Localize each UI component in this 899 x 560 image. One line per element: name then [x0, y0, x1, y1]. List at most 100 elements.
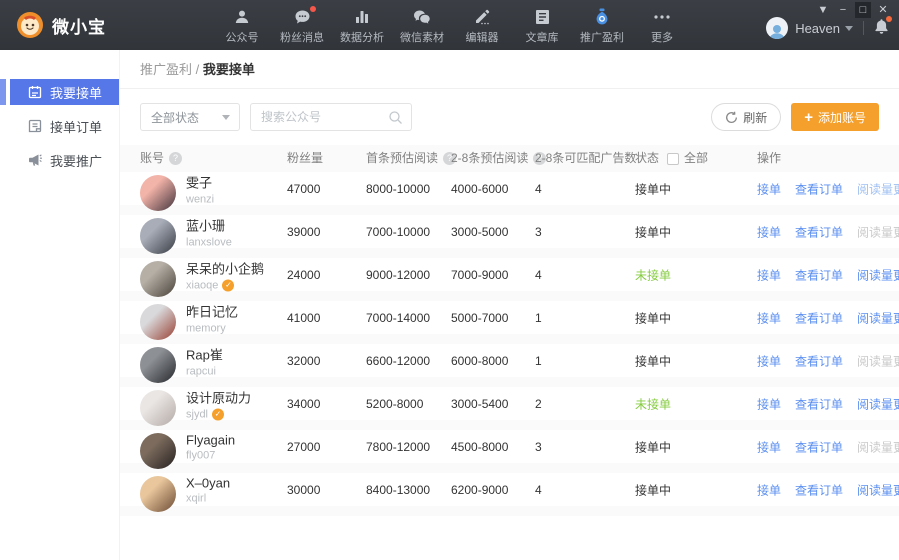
view-orders-link[interactable]: 查看订单: [795, 481, 843, 498]
sidebar-item-promote[interactable]: 我要推广: [0, 147, 119, 173]
refresh-button[interactable]: 刷新: [711, 103, 782, 131]
view-orders-link[interactable]: 查看订单: [795, 309, 843, 326]
topbar: 微小宝 公众号 粉丝消息 数据分析 微信素材 编辑器 文章库 推广盈利 更多 ▼…: [0, 0, 899, 50]
search-box: [250, 103, 412, 131]
row-actions: 接单 查看订单 阅读量更新: [757, 395, 899, 412]
nav-item-promo-profit[interactable]: 推广盈利: [572, 0, 632, 50]
breadcrumb-current: 我要接单: [202, 62, 255, 77]
multi-read-range: 4000-6000: [451, 181, 509, 196]
search-input[interactable]: [251, 104, 411, 130]
status-text: 接单中: [635, 311, 672, 325]
accept-order-link[interactable]: 接单: [757, 309, 781, 326]
nav-item-fan-messages[interactable]: 粉丝消息: [272, 0, 332, 50]
ellipsis-icon: [653, 8, 671, 25]
multi-read-range: 6200-9000: [451, 482, 509, 497]
row-actions: 接单 查看订单 阅读量更新: [757, 309, 899, 326]
sidebar-item-order-list[interactable]: 接单订单: [0, 113, 119, 139]
ad-count: 3: [535, 439, 542, 454]
view-orders-link[interactable]: 查看订单: [795, 395, 843, 412]
update-readcount-link[interactable]: 阅读量更新: [857, 180, 899, 197]
nav-item-wechat-material[interactable]: 微信素材: [392, 0, 452, 50]
breadcrumb: 推广盈利 / 我要接单: [120, 50, 899, 89]
fans-count: 47000: [287, 181, 321, 196]
update-readcount-link[interactable]: 阅读量更新: [857, 309, 899, 326]
first-read-range: 7000-14000: [366, 310, 431, 325]
nav-label: 推广盈利: [580, 32, 624, 44]
fans-count: 34000: [287, 396, 321, 411]
fans-count: 27000: [287, 439, 321, 454]
account-name: 昨日记忆: [186, 304, 239, 319]
first-read-range: 8400-13000: [366, 482, 431, 497]
sidebar-item-take-orders[interactable]: 我要接单: [10, 79, 119, 105]
view-orders-link[interactable]: 查看订单: [795, 223, 843, 240]
account-username: xiaoqe: [186, 279, 219, 291]
sidebar-item-label: 我要推广: [50, 153, 103, 169]
status-text: 接单中: [635, 225, 672, 239]
user-area[interactable]: Heaven: [766, 15, 892, 39]
first-read-range: 7000-10000: [366, 224, 431, 239]
update-readcount-link[interactable]: 阅读量更新: [857, 481, 899, 498]
status-filter-value: 全部状态: [151, 110, 200, 125]
accept-order-link[interactable]: 接单: [757, 438, 781, 455]
plus-icon: +: [804, 108, 813, 126]
nav-label: 微信素材: [400, 32, 444, 44]
nav-item-article-library[interactable]: 文章库: [512, 0, 572, 50]
accept-order-link[interactable]: 接单: [757, 223, 781, 240]
main-content: 推广盈利 / 我要接单 全部状态 刷新: [120, 50, 899, 560]
view-orders-link[interactable]: 查看订单: [795, 438, 843, 455]
minimize-icon[interactable]: −: [835, 2, 851, 18]
account-username: fly007: [186, 449, 216, 461]
divider: [863, 21, 864, 35]
view-orders-link[interactable]: 查看订单: [795, 180, 843, 197]
account-cell: X–0yan xqirl: [186, 475, 230, 504]
table-header: 账号? 粉丝量 首条预估阅读? 2-8条预估阅读? 2-8条可匹配广告数 状态全…: [120, 145, 899, 172]
nav-item-editor[interactable]: 编辑器: [452, 0, 512, 50]
status-filter-dropdown[interactable]: 全部状态: [140, 103, 240, 131]
active-item-stripe: [0, 79, 6, 105]
update-readcount-link[interactable]: 阅读量更新: [857, 223, 899, 240]
accept-order-link[interactable]: 接单: [757, 352, 781, 369]
account-name: 呆呆的小企鹅: [186, 261, 265, 276]
status-text: 接单中: [635, 440, 672, 454]
update-readcount-link[interactable]: 阅读量更新: [857, 395, 899, 412]
table-row: 雯子 wenzi 47000 8000-10000 4000-6000 4 接单…: [120, 172, 899, 215]
header-account: 账号?: [140, 145, 183, 172]
update-readcount-link[interactable]: 阅读量更新: [857, 352, 899, 369]
notifications-bell[interactable]: [874, 15, 892, 39]
ad-count: 2: [535, 396, 542, 411]
nav-item-public-account[interactable]: 公众号: [212, 0, 272, 50]
accept-order-link[interactable]: 接单: [757, 180, 781, 197]
maximize-icon[interactable]: □: [855, 2, 871, 18]
first-read-range: 6600-12000: [366, 353, 431, 368]
table-row: Flyagain fly007 27000 7800-12000 4500-80…: [120, 430, 899, 473]
document-icon: [535, 8, 550, 25]
update-readcount-link[interactable]: 阅读量更新: [857, 266, 899, 283]
account-cell: 蓝小珊 lanxslove: [186, 215, 232, 248]
view-orders-link[interactable]: 查看订单: [795, 352, 843, 369]
nav-item-more[interactable]: 更多: [632, 0, 692, 50]
accept-order-link[interactable]: 接单: [757, 481, 781, 498]
nav-item-data-analysis[interactable]: 数据分析: [332, 0, 392, 50]
update-readcount-link[interactable]: 阅读量更新: [857, 438, 899, 455]
avatar: [140, 390, 176, 426]
accept-order-link[interactable]: 接单: [757, 266, 781, 283]
account-username: wenzi: [186, 193, 215, 205]
account-cell: 设计原动力 sjydl: [186, 387, 251, 420]
fans-count: 32000: [287, 353, 321, 368]
search-icon: [388, 110, 403, 130]
chat-icon: [294, 6, 316, 25]
money-pouch-icon: [594, 8, 610, 25]
view-orders-link[interactable]: 查看订单: [795, 266, 843, 283]
add-account-button[interactable]: + 添加账号: [791, 103, 879, 131]
verified-icon: [212, 408, 225, 420]
account-cell: 呆呆的小企鹅 xiaoqe: [186, 258, 264, 291]
header-status: 状态 全部: [635, 145, 708, 172]
row-actions: 接单 查看订单 阅读量更新: [757, 223, 899, 240]
status-all-checkbox[interactable]: [667, 152, 680, 165]
accept-order-link[interactable]: 接单: [757, 395, 781, 412]
collapse-icon[interactable]: ▼: [815, 2, 831, 18]
header-fans: 粉丝量: [287, 151, 324, 165]
status-text: 未接单: [635, 397, 672, 411]
help-icon[interactable]: ?: [169, 152, 183, 165]
status-text: 接单中: [635, 354, 672, 368]
